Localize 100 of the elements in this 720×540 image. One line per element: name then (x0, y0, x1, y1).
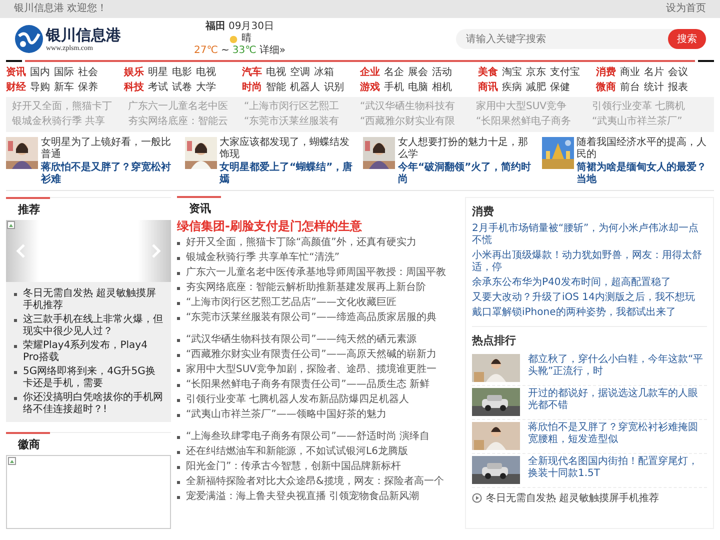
news-link[interactable]: 家用中大型SUV竞争加剧，探险者、途昂、揽境谁更胜一 (186, 364, 437, 375)
nav-link[interactable]: 新车 (54, 81, 74, 94)
news-link[interactable]: 好开又全面，熊猫卡丁除“高颜值”外，还真有硬实力 (186, 237, 416, 248)
news-link[interactable]: “东莞市沃莱丝服装有限公司”——缔造高品质家居服的典 (186, 312, 436, 323)
nav-category[interactable]: 商讯 (478, 81, 498, 94)
nav-link[interactable]: 国际 (54, 66, 74, 79)
nav-category[interactable]: 科技 (124, 81, 144, 94)
consume-link[interactable]: 小米再出顶级爆款！动力犹如野兽，网友：用得太舒适，停 (472, 250, 707, 274)
nav-link[interactable]: 智能 (266, 81, 286, 94)
news-link[interactable]: 引领行业变革 七腾机器人发布新品防爆四足机器人 (186, 394, 410, 405)
nav-category[interactable]: 资讯 (6, 66, 26, 79)
nav-link[interactable]: 明星 (148, 66, 168, 79)
consume-link[interactable]: 戴口罩解锁iPhone的两种姿势，我都试出来了 (472, 307, 676, 319)
nav-link[interactable]: 淘宝 (502, 66, 522, 79)
hot-article-link[interactable]: 开过的都说好，据说选这几款车的人眼光都不错 (528, 388, 707, 412)
nav-link[interactable]: 识别 (324, 81, 344, 94)
news-link[interactable]: 银城金秋骑行季 共享单车忙“清洗” (186, 252, 340, 263)
nav-link[interactable]: 京东 (526, 66, 546, 79)
nav-link[interactable]: 展会 (408, 66, 428, 79)
hot-article-link[interactable]: 蒋欣怕不是又胖了？穿宽松衬衫难掩圆宽腰粗，短发造型似 (528, 422, 707, 446)
news-link[interactable]: “上海市闵行区艺熙工艺品店”——文化收藏巨匠 (186, 297, 396, 308)
news-link[interactable]: 夯实网络底座：智能云解析助推新基建发展再上新台阶 (186, 282, 426, 293)
nav-link[interactable]: 活动 (432, 66, 452, 79)
headline-link[interactable]: 绿信集团-刷脸支付是门怎样的生意 (177, 219, 459, 234)
nav-link[interactable]: 保健 (550, 81, 570, 94)
recommend-link[interactable]: 荣耀Play4系列发布，Play4 Pro搭载 (23, 340, 165, 364)
news-link[interactable]: “西藏雅尔财实业有限责任公司”——高原天然碱的崭新力 (186, 349, 436, 360)
nav-link[interactable]: 试卷 (172, 81, 192, 94)
high-temp: 33℃ (232, 45, 256, 57)
hot-article-link[interactable]: 都立秋了，穿什么小白鞋，今年这款“平头靴”正流行，时 (528, 354, 707, 378)
nav-link[interactable]: 保养 (78, 81, 98, 94)
article-intro: 大家应该都发现了，蝴蝶结发饰现 (220, 137, 350, 161)
nav-link[interactable]: 手机 (384, 81, 404, 94)
nav-category[interactable]: 汽车 (242, 66, 262, 79)
nav-category[interactable]: 娱乐 (124, 66, 144, 79)
nav-link[interactable]: 社会 (78, 66, 98, 79)
nav-link[interactable]: 名企 (384, 66, 404, 79)
weather-condition: 晴 (242, 33, 252, 45)
section-title: 资讯 (189, 202, 211, 215)
nav-category[interactable]: 游戏 (360, 81, 380, 94)
news-link[interactable]: 阳光金门”：传承古今智慧，创新中国品牌新标杆 (186, 461, 402, 472)
section-title: 消费 (472, 204, 494, 219)
nav-link[interactable]: 减肥 (526, 81, 546, 94)
nav-category[interactable]: 时尚 (242, 81, 262, 94)
nav-link[interactable]: 冰箱 (314, 66, 334, 79)
nav-link[interactable]: 疾病 (502, 81, 522, 94)
news-link[interactable]: 还在纠结燃油车和新能源，不如试试银河L6龙腾版 (186, 446, 408, 457)
nav-link[interactable]: 统计 (644, 81, 664, 94)
nav-link[interactable]: 相机 (432, 81, 452, 94)
news-link[interactable]: 广东六一儿童名老中医传承基地导师周国平教授：周国平教 (186, 267, 446, 278)
news-link[interactable]: “上海叁玖肆零电子商务有限公司”——舒适时尚 演绎自 (186, 431, 430, 442)
nav-link[interactable]: 导购 (30, 81, 50, 94)
details-link[interactable]: 详细» (259, 45, 286, 57)
recommend-link[interactable]: 5G网络即将到来，4G升5G换卡还是手机，需要 (23, 366, 165, 390)
nav-category[interactable]: 美食 (478, 66, 498, 79)
search-field[interactable]: 请输入关键字搜索 (456, 29, 676, 49)
article-link[interactable]: 筒裙为啥是缅甸女人的最爱？当地 (576, 162, 714, 186)
news-link[interactable]: 宠爱满溢：海上鲁夫登央视直播 引领宠物食品新风潮 (186, 491, 420, 502)
news-link[interactable]: “武夷山市祥兰茶厂”——领略中国好茶的魅力 (186, 409, 386, 420)
nav-category[interactable]: 企业 (360, 66, 380, 79)
low-temp: 27℃ (194, 45, 218, 57)
recommend-link[interactable]: 你还没搞明白凭啥拔你的手机网络不佳连接超时？! (23, 392, 165, 416)
nav-category[interactable]: 财经 (6, 81, 26, 94)
nav-link[interactable]: 国内 (30, 66, 50, 79)
article-intro: 女人想要打扮的魅力十足，那么学 (398, 137, 529, 161)
recommend-link[interactable]: 冬日无需自发热 超灵敏触摸屏手机推荐 (23, 288, 165, 312)
nav-link[interactable]: 前台 (620, 81, 640, 94)
welcome-text: 银川信息港 欢迎您！ (14, 2, 108, 16)
video-link[interactable]: 冬日无需自发热 超灵敏触摸屏手机推荐 (486, 491, 660, 505)
article-link[interactable]: 女明星都爱上了“蝴蝶结”，唐嫣 (220, 162, 357, 186)
nav-category[interactable]: 微商 (596, 81, 616, 94)
broken-image-icon (8, 457, 16, 465)
next-icon[interactable] (151, 244, 161, 258)
news-link[interactable]: 全新福特探险者对比大众途昂&揽境，网友：探险者高一个 (186, 476, 444, 487)
consume-link[interactable]: 又要大改动？升级了iOS 14内测版之后，我不想玩 (472, 292, 695, 304)
nav-link[interactable]: 商业 (620, 66, 640, 79)
nav-link[interactable]: 名片 (644, 66, 664, 79)
nav-link[interactable]: 电视 (196, 66, 216, 79)
nav-link[interactable]: 报表 (668, 81, 688, 94)
nav-link[interactable]: 电脑 (408, 81, 428, 94)
nav-link[interactable]: 考试 (148, 81, 168, 94)
recommend-link[interactable]: 这三款手机在线上非常火爆，但现实中很少见人过？ (23, 314, 165, 338)
nav-link[interactable]: 电影 (172, 66, 192, 79)
nav-link[interactable]: 空调 (290, 66, 310, 79)
logo-icon (14, 24, 44, 54)
nav-link[interactable]: 会议 (668, 66, 688, 79)
consume-link[interactable]: 2月手机市场销量被“腰斩”，为何小米卢伟冰却一点不慌 (472, 223, 707, 247)
nav-category[interactable]: 消费 (596, 66, 616, 79)
article-link[interactable]: 今年“破洞翻领”火了，简约时尚 (398, 162, 536, 186)
nav-link[interactable]: 电视 (266, 66, 286, 79)
previous-icon[interactable] (16, 244, 26, 258)
nav-link[interactable]: 大学 (196, 81, 216, 94)
nav-link[interactable]: 机器人 (290, 81, 320, 94)
set-home-link[interactable]: 设为首页 (666, 0, 706, 18)
news-link[interactable]: “武汉华硒生物科技有限公司”——纯天然的硒元素源 (186, 334, 416, 345)
news-link[interactable]: “长阳果然鲜电子商务有限责任公司”——品质生态 新鲜 (186, 379, 430, 390)
article-link[interactable]: 蒋欣怕不是又胖了？穿宽松衬衫难 (41, 162, 178, 186)
consume-link[interactable]: 余承东公布华为P40发布时间，超高配置稳了 (472, 277, 671, 289)
hot-article-link[interactable]: 全新现代名图国内街拍！配置穿尾灯，换装十同款1.5T (528, 456, 707, 480)
nav-link[interactable]: 支付宝 (550, 66, 580, 79)
